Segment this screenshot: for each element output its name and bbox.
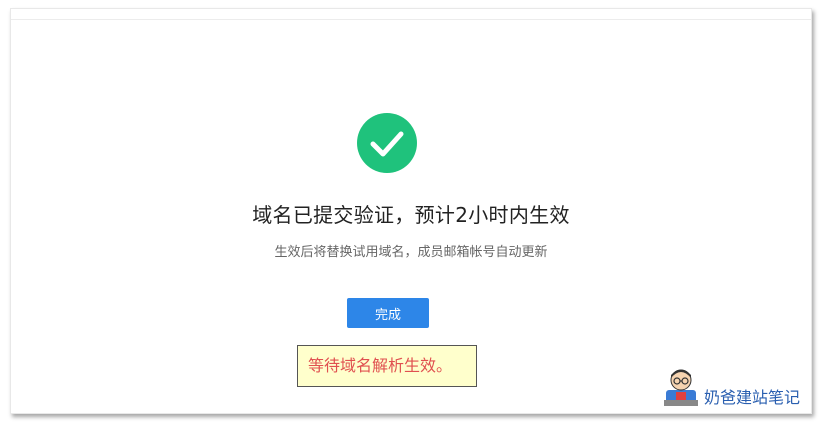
mascot-icon xyxy=(664,369,698,406)
result-panel: 域名已提交验证，预计2小时内生效 生效后将替换试用域名，成员邮箱帐号自动更新 完… xyxy=(10,8,812,414)
result-subtitle: 生效后将替换试用域名，成员邮箱帐号自动更新 xyxy=(274,245,548,260)
result-title: 域名已提交验证，预计2小时内生效 xyxy=(252,203,570,227)
header-divider xyxy=(11,19,811,20)
check-circle-icon xyxy=(357,113,417,173)
watermark-text: 奶爸建站笔记 xyxy=(704,388,801,407)
annotation-note: 等待域名解析生效。 xyxy=(297,345,477,387)
done-button[interactable]: 完成 xyxy=(347,298,429,328)
screenshot-stage: 域名已提交验证，预计2小时内生效 生效后将替换试用域名，成员邮箱帐号自动更新 完… xyxy=(0,0,821,424)
